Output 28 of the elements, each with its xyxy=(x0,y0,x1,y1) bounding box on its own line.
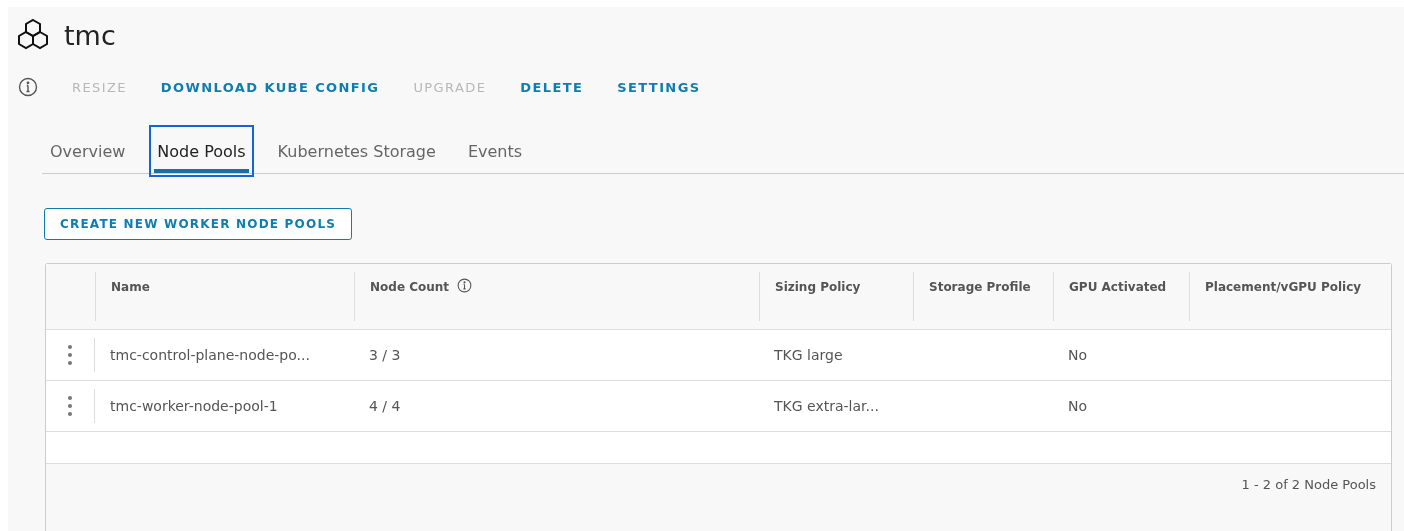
table-cell: tmc-worker-node-pool-1 xyxy=(110,398,278,414)
table-cell: 3 / 3 xyxy=(369,347,401,363)
table-cell: No xyxy=(1068,347,1088,363)
more-icon[interactable] xyxy=(67,344,73,366)
table-cell: No xyxy=(1068,398,1088,414)
column-header: Placement/vGPU Policy xyxy=(1205,279,1362,296)
more-icon[interactable] xyxy=(67,395,73,417)
column-header: GPU Activated xyxy=(1069,279,1167,296)
table-cell: TKG extra-lar... xyxy=(774,398,879,414)
cluster-title: tmc xyxy=(64,19,116,51)
column-header: Node Count xyxy=(370,279,450,296)
tab[interactable]: Overview xyxy=(42,125,134,177)
table-cell: 4 / 4 xyxy=(369,398,401,414)
action-link[interactable]: SETTINGS xyxy=(617,79,701,95)
info-icon[interactable] xyxy=(18,77,38,97)
tab[interactable]: Node Pools xyxy=(149,125,254,177)
action-link[interactable]: DELETE xyxy=(520,79,584,95)
pagination-text: 1 - 2 of 2 Node Pools xyxy=(1241,477,1376,494)
info-icon[interactable] xyxy=(457,278,473,293)
create-button[interactable]: CREATE NEW WORKER NODE POOLS xyxy=(44,208,353,240)
column-header: Storage Profile xyxy=(929,279,1031,296)
tab[interactable]: Events xyxy=(459,125,531,177)
column-header: Sizing Policy xyxy=(775,279,861,296)
tab[interactable]: Kubernetes Storage xyxy=(269,125,444,177)
column-header: Name xyxy=(111,279,150,296)
action-link[interactable]: DOWNLOAD KUBE CONFIG xyxy=(160,79,380,95)
table-cell: tmc-control-plane-node-po... xyxy=(110,347,310,363)
table-cell: TKG large xyxy=(774,347,843,363)
